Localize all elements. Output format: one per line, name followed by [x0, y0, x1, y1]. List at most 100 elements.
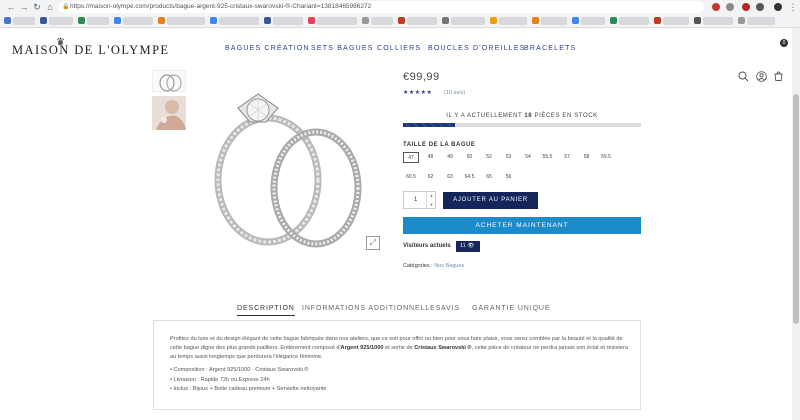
tab-informations-additionnelles[interactable]: INFORMATIONS ADDITIONNELLES	[302, 305, 441, 312]
buy-now-button[interactable]: ACHETER MAINTENANT	[403, 217, 641, 234]
bullet-text: Composition : Argent 925/1000 - Cristaux…	[173, 367, 309, 373]
menu-icon[interactable]: ⋮	[788, 2, 798, 12]
forward-icon[interactable]: →	[19, 2, 29, 12]
bookmark-item[interactable]	[49, 17, 73, 25]
category-link[interactable]: Nos Bagues	[434, 263, 464, 269]
size-option-53[interactable]: 53	[501, 152, 517, 163]
product-main-image[interactable]	[198, 70, 384, 260]
bookmark-item[interactable]	[619, 17, 649, 25]
size-option-48[interactable]: 48	[423, 152, 439, 163]
bookmark-item[interactable]	[581, 17, 605, 25]
bookmark-item[interactable]	[663, 17, 689, 25]
bookmark-item[interactable]	[317, 17, 357, 25]
bookmark-icon[interactable]	[264, 17, 271, 24]
size-option-58[interactable]: 58	[579, 152, 595, 163]
bullet-text: Livraison : Rapide 72h ou Express 24h	[173, 376, 270, 383]
home-icon[interactable]: ⌂	[45, 2, 55, 12]
reviews-link[interactable]: (10 avis)	[444, 90, 465, 96]
back-icon[interactable]: ←	[6, 2, 16, 12]
nav-bagues-creation[interactable]: BAGUES CRÉATION	[225, 45, 310, 52]
bookmark-icon[interactable]	[572, 17, 579, 24]
account-icon[interactable]	[756, 71, 767, 82]
description-bold: Argent 925/1000	[340, 345, 384, 351]
tab-description[interactable]: DESCRIPTION	[237, 305, 295, 316]
bookmark-icon[interactable]	[210, 17, 217, 24]
description-text: Profitez du luxe et du design élégant de…	[170, 335, 628, 362]
bookmark-icon[interactable]	[362, 17, 369, 24]
bookmark-item[interactable]	[167, 17, 205, 25]
size-option-49[interactable]: 49	[442, 152, 458, 163]
bookmark-icon[interactable]	[158, 17, 165, 24]
size-option-57[interactable]: 57	[559, 152, 575, 163]
star-icon[interactable]	[726, 3, 734, 11]
search-icon[interactable]	[738, 71, 749, 82]
profile-avatar[interactable]	[774, 3, 782, 11]
bookmark-item[interactable]	[123, 17, 153, 25]
size-option-56[interactable]: 56	[501, 172, 517, 183]
size-option-54[interactable]: 54	[520, 152, 536, 163]
site-logo[interactable]: Maison de l'Olympe	[12, 43, 169, 58]
size-option-50[interactable]: 50	[462, 152, 478, 163]
bookmark-icon[interactable]	[490, 17, 497, 24]
size-option-55.5[interactable]: 55.5	[540, 152, 556, 163]
address-bar[interactable]: 🔒 https://maison-olympe.com/products/bag…	[58, 1, 704, 13]
bookmark-icon[interactable]	[654, 17, 661, 24]
zoom-icon[interactable]: ⤢	[366, 236, 380, 250]
size-option-64.5[interactable]: 64.5	[462, 172, 478, 183]
size-option-60.5[interactable]: 60.5	[403, 172, 419, 183]
bookmark-item[interactable]	[703, 17, 733, 25]
bookmark-item[interactable]	[273, 17, 303, 25]
product-thumbnail-model[interactable]	[152, 96, 186, 130]
bookmark-item[interactable]	[541, 17, 567, 25]
extension-icon[interactable]	[712, 3, 720, 11]
stock-prefix: IL Y A ACTUELLEMENT	[446, 113, 525, 119]
tab-avis[interactable]: AVIS	[441, 305, 460, 312]
bullet-item: • Composition : Argent 925/1000 - Crista…	[170, 367, 309, 373]
nav-boucles-oreilles[interactable]: BOUCLES D'OREILLES	[428, 45, 526, 52]
tab-garantie-unique[interactable]: GARANTIE UNIQUE	[472, 305, 550, 312]
stock-progress-bar	[403, 123, 641, 127]
extension-icon[interactable]	[756, 3, 764, 11]
bookmark-icon[interactable]	[694, 17, 701, 24]
bookmark-icon[interactable]	[78, 17, 85, 24]
size-option-52[interactable]: 52	[481, 152, 497, 163]
page-scrollbar[interactable]	[792, 28, 800, 420]
size-option-62[interactable]: 62	[423, 172, 439, 183]
bookmark-icon[interactable]	[610, 17, 617, 24]
reload-icon[interactable]: ↻	[32, 2, 42, 12]
bookmark-icon[interactable]	[308, 17, 315, 24]
size-option-59.5[interactable]: 59.5	[598, 152, 614, 163]
extension-icon[interactable]	[742, 3, 750, 11]
bookmark-icon[interactable]	[442, 17, 449, 24]
categories: Catégories : Nos Bagues	[403, 263, 464, 269]
quantity-stepper[interactable]: ▲ ▼	[426, 191, 436, 209]
bookmarks-bar	[0, 14, 800, 28]
bookmark-icon[interactable]	[114, 17, 121, 24]
bookmark-item[interactable]	[219, 17, 259, 25]
nav-colliers[interactable]: COLLIERS	[377, 45, 421, 52]
size-option-63[interactable]: 63	[442, 172, 458, 183]
bookmark-item[interactable]	[747, 17, 775, 25]
bookmark-icon[interactable]	[738, 17, 745, 24]
bookmark-item[interactable]	[451, 17, 485, 25]
cart-icon[interactable]	[773, 71, 784, 82]
scrollbar-thumb[interactable]	[793, 94, 799, 324]
size-option-47[interactable]: 47	[403, 152, 419, 163]
bullet-item: • Inclus : Bijoux + Boite cadeau premium…	[170, 386, 327, 392]
size-option-65[interactable]: 65	[481, 172, 497, 183]
bookmark-item[interactable]	[407, 17, 437, 25]
add-to-cart-button[interactable]: AJOUTER AU PANIER	[443, 192, 538, 209]
nav-sets-bagues[interactable]: SETS BAGUES	[311, 45, 374, 52]
bookmark-item[interactable]	[87, 17, 109, 25]
bookmark-icon[interactable]	[4, 17, 11, 24]
site-header: ♛ Maison de l'Olympe BAGUES CRÉATION SET…	[0, 28, 800, 82]
bookmark-item[interactable]	[13, 17, 35, 25]
nav-bracelets[interactable]: BRACELETS	[524, 45, 576, 52]
lock-icon: 🔒	[62, 4, 70, 10]
bookmark-icon[interactable]	[532, 17, 539, 24]
product-thumbnail[interactable]	[152, 70, 186, 92]
bookmark-item[interactable]	[371, 17, 393, 25]
bookmark-item[interactable]	[499, 17, 527, 25]
bookmark-icon[interactable]	[398, 17, 405, 24]
bookmark-icon[interactable]	[40, 17, 47, 24]
